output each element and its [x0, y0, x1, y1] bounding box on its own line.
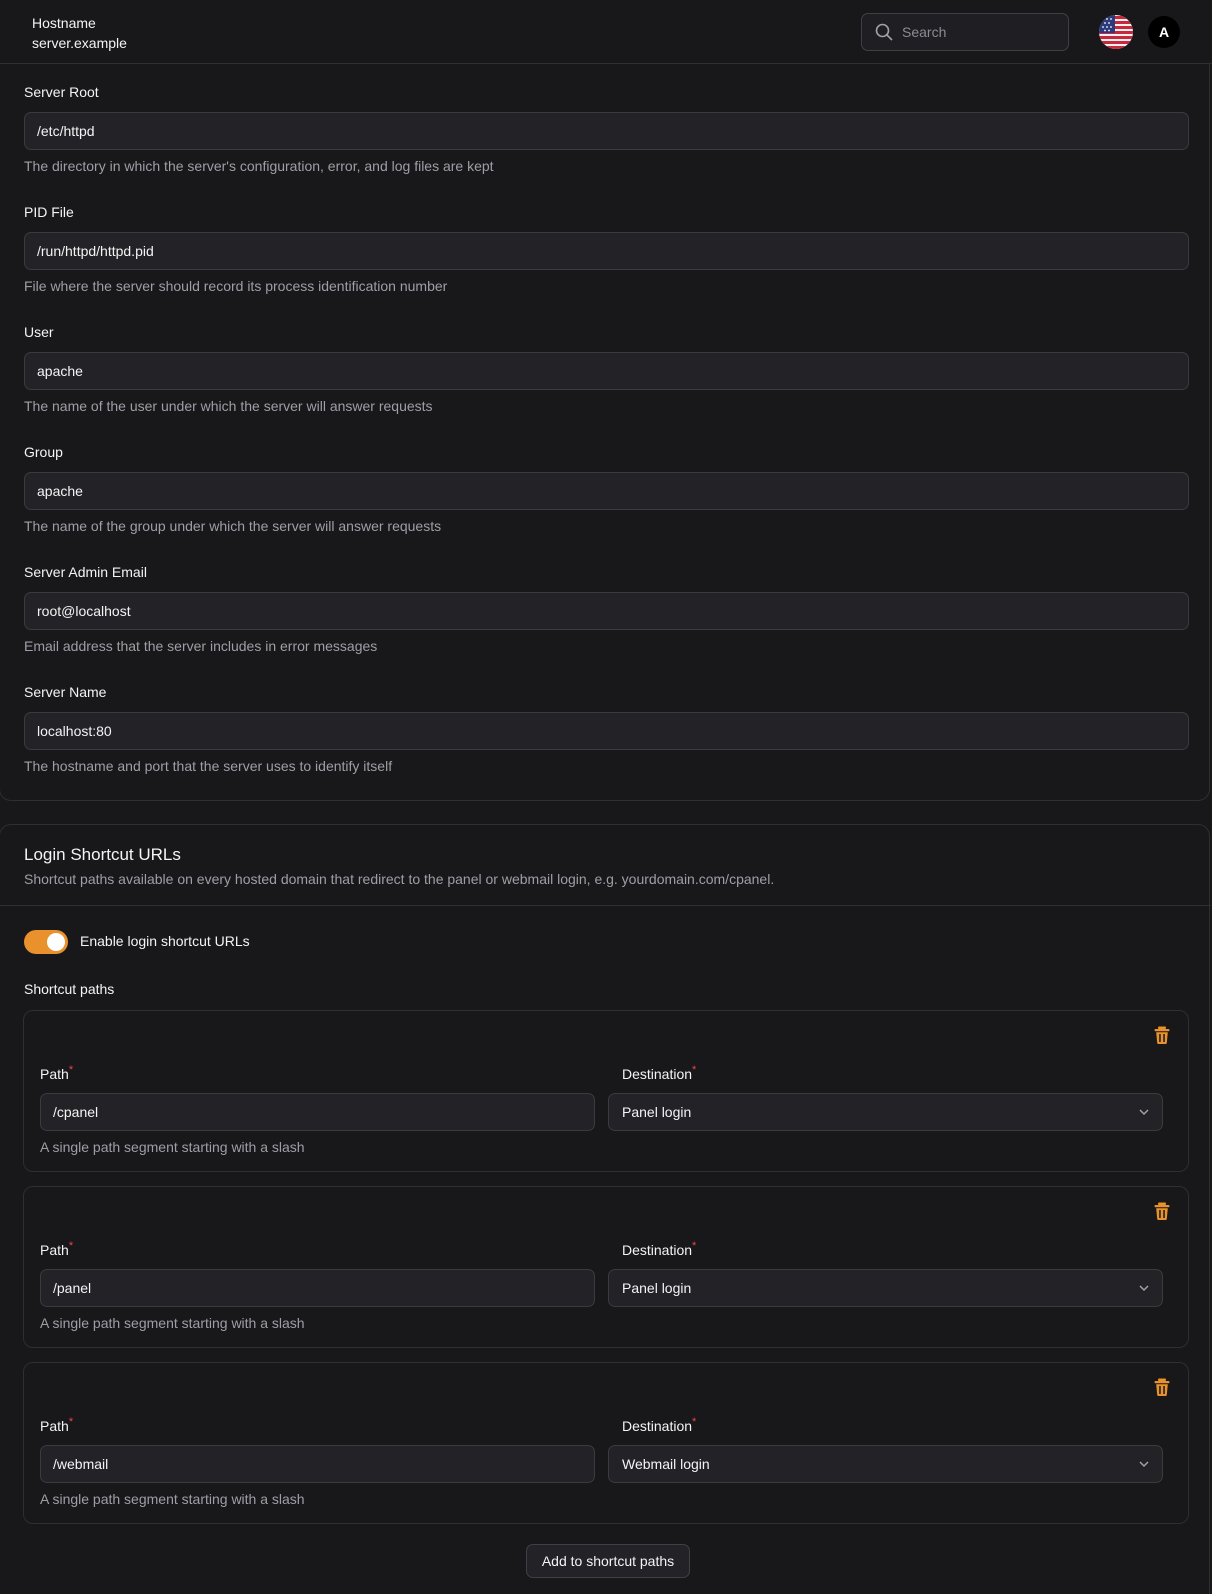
hostname-block: Hostname server.example: [32, 13, 127, 53]
group-help: The name of the group under which the se…: [24, 518, 442, 534]
section-description: Shortcut paths available on every hosted…: [24, 871, 775, 887]
path-help: A single path segment starting with a sl…: [40, 1139, 305, 1155]
group-label: Group: [24, 444, 63, 460]
add-shortcut-path-button[interactable]: Add to shortcut paths: [526, 1544, 690, 1578]
server-admin-email-label: Server Admin Email: [24, 564, 147, 580]
required-marker: *: [692, 1416, 697, 1428]
pid-file-input[interactable]: [24, 232, 1189, 270]
hostname-value: server.example: [32, 35, 127, 51]
toggle-knob: [47, 933, 65, 951]
required-marker: *: [692, 1240, 697, 1252]
trash-icon[interactable]: [1152, 1025, 1172, 1045]
required-marker: *: [68, 1416, 74, 1428]
chevron-down-icon: [1139, 1109, 1149, 1116]
section-divider: [0, 905, 1211, 906]
pid-file-label: PID File: [24, 204, 74, 220]
server-name-help: The hostname and port that the server us…: [24, 758, 393, 774]
server-name-input[interactable]: [24, 712, 1189, 750]
top-bar: Hostname server.example A: [0, 0, 1212, 64]
path-label: Path*: [40, 1416, 74, 1434]
enable-shortcuts-toggle[interactable]: [24, 930, 68, 954]
destination-label: Destination*: [622, 1064, 697, 1082]
toggle-label: Enable login shortcut URLs: [80, 933, 250, 949]
server-admin-email-help: Email address that the server includes i…: [24, 638, 378, 654]
group-input[interactable]: [24, 472, 1189, 510]
user-input[interactable]: [24, 352, 1189, 390]
path-label: Path*: [40, 1240, 74, 1258]
destination-select[interactable]: Panel login: [608, 1269, 1163, 1307]
chevron-down-icon: [1139, 1461, 1149, 1468]
user-help: The name of the user under which the ser…: [24, 398, 433, 414]
shortcut-card: Path* Destination* Webmail login A singl…: [23, 1362, 1189, 1524]
server-root-label: Server Root: [24, 84, 99, 100]
server-root-input[interactable]: [24, 112, 1189, 150]
destination-value: Panel login: [622, 1280, 692, 1296]
shortcut-card: Path* Destination* Panel login A single …: [23, 1186, 1189, 1348]
search-box[interactable]: [861, 13, 1069, 51]
destination-value: Webmail login: [622, 1456, 710, 1472]
user-label: User: [24, 324, 54, 340]
shortcut-paths-label: Shortcut paths: [24, 981, 115, 997]
path-help: A single path segment starting with a sl…: [40, 1491, 305, 1507]
destination-label: Destination*: [622, 1240, 697, 1258]
pid-file-help: File where the server should record its …: [24, 278, 448, 294]
path-input[interactable]: [40, 1093, 595, 1131]
chevron-down-icon: [1139, 1285, 1149, 1292]
server-admin-email-input[interactable]: [24, 592, 1189, 630]
server-root-help: The directory in which the server's conf…: [24, 158, 494, 174]
path-help: A single path segment starting with a sl…: [40, 1315, 305, 1331]
required-marker: *: [68, 1240, 74, 1252]
trash-icon[interactable]: [1152, 1377, 1172, 1397]
trash-icon[interactable]: [1152, 1201, 1172, 1221]
hostname-label: Hostname: [32, 15, 96, 31]
required-marker: *: [68, 1064, 74, 1076]
path-input[interactable]: [40, 1445, 595, 1483]
destination-label: Destination*: [622, 1416, 697, 1434]
search-icon: [875, 23, 893, 41]
avatar[interactable]: A: [1148, 16, 1180, 48]
shortcut-card: Path* Destination* Panel login A single …: [23, 1010, 1189, 1172]
search-input[interactable]: [902, 14, 1062, 50]
destination-select[interactable]: Panel login: [608, 1093, 1163, 1131]
path-input[interactable]: [40, 1269, 595, 1307]
required-marker: *: [692, 1064, 697, 1076]
destination-select[interactable]: Webmail login: [608, 1445, 1163, 1483]
path-label: Path*: [40, 1064, 74, 1082]
server-name-label: Server Name: [24, 684, 107, 700]
us-flag-icon[interactable]: [1099, 15, 1133, 49]
section-title: Login Shortcut URLs: [24, 845, 181, 864]
destination-value: Panel login: [622, 1104, 692, 1120]
